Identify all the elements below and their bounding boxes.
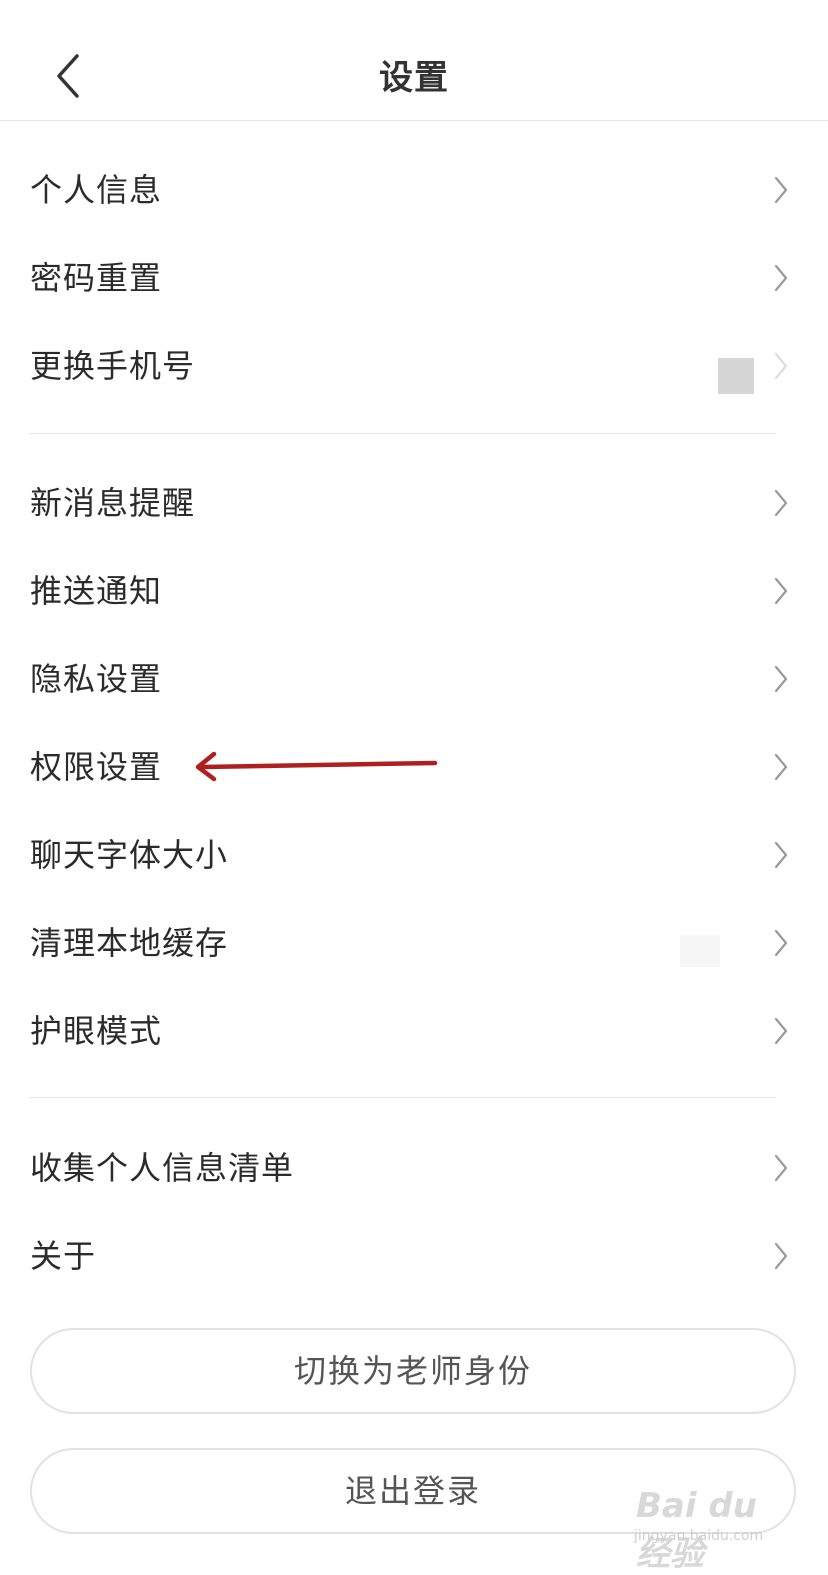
chevron-right-icon — [774, 753, 788, 781]
chevron-right-icon — [774, 577, 788, 605]
settings-item-label: 个人信息 — [30, 171, 163, 209]
baidu-jingyan-watermark: Bai du 经验 jingyan.baidu.com — [630, 1472, 790, 1574]
settings-item-password-reset[interactable]: 密码重置 — [0, 234, 828, 322]
chevron-right-icon — [774, 489, 788, 517]
settings-item-label: 密码重置 — [30, 259, 163, 297]
switch-to-teacher-button[interactable]: 切换为老师身份 — [30, 1328, 796, 1414]
settings-item-label: 清理本地缓存 — [30, 924, 229, 962]
settings-item-personal-info-list[interactable]: 收集个人信息清单 — [0, 1124, 828, 1212]
settings-item-label: 新消息提醒 — [30, 484, 196, 522]
settings-item-privacy[interactable]: 隐私设置 — [0, 635, 828, 723]
settings-item-chat-font-size[interactable]: 聊天字体大小 — [0, 811, 828, 899]
settings-item-label: 隐私设置 — [30, 660, 163, 698]
annotation-arrow-icon — [195, 751, 438, 782]
chevron-right-icon — [774, 1154, 788, 1182]
chevron-right-icon — [774, 841, 788, 869]
settings-item-label: 关于 — [30, 1237, 97, 1275]
settings-item-label: 推送通知 — [30, 572, 163, 610]
chevron-right-icon — [774, 929, 788, 957]
section-divider — [30, 433, 776, 434]
settings-item-label: 收集个人信息清单 — [30, 1149, 295, 1187]
chevron-right-icon — [774, 352, 788, 380]
settings-item-change-phone[interactable]: 更换手机号 — [0, 322, 828, 410]
top-bar: 设置 — [0, 0, 828, 121]
watermark-url: jingyan.baidu.com — [634, 1528, 764, 1544]
settings-item-push-notification[interactable]: 推送通知 — [0, 547, 828, 635]
redacted-overlay — [680, 935, 720, 967]
redacted-overlay — [718, 358, 754, 394]
settings-item-label: 更换手机号 — [30, 347, 196, 385]
settings-item-label: 护眼模式 — [30, 1012, 163, 1050]
chevron-right-icon — [774, 1017, 788, 1045]
settings-item-label: 聊天字体大小 — [30, 836, 229, 874]
settings-item-new-message-alert[interactable]: 新消息提醒 — [0, 459, 828, 547]
chevron-right-icon — [774, 176, 788, 204]
settings-item-eye-care-mode[interactable]: 护眼模式 — [0, 987, 828, 1075]
section-divider — [30, 1097, 776, 1098]
chevron-right-icon — [774, 1242, 788, 1270]
settings-item-personal-info[interactable]: 个人信息 — [0, 146, 828, 234]
page-title: 设置 — [379, 58, 449, 98]
chevron-right-icon — [774, 665, 788, 693]
settings-item-label: 权限设置 — [30, 748, 163, 786]
chevron-right-icon — [774, 264, 788, 292]
settings-item-about[interactable]: 关于 — [0, 1212, 828, 1300]
